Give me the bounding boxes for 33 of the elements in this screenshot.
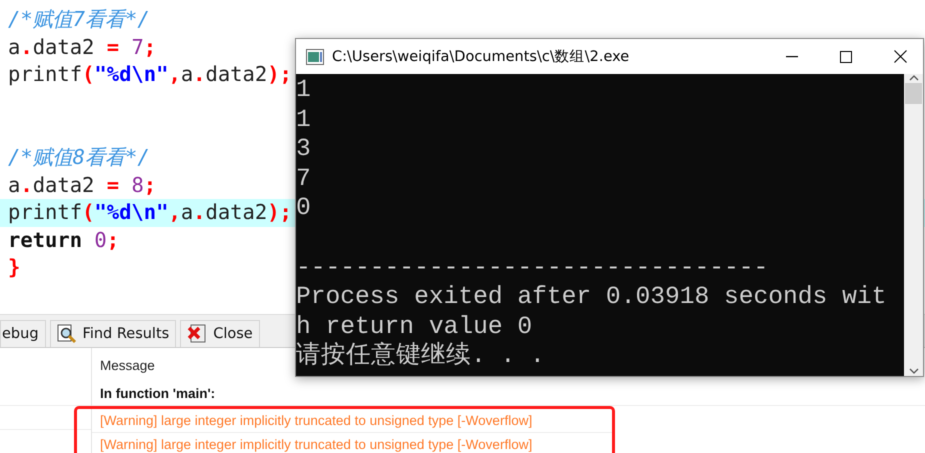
panel-tab[interactable]: Close — [180, 320, 260, 347]
code-line: printf("%d\n",a.data2); — [8, 62, 292, 86]
code-line: /*赋值7看看*/ — [8, 7, 150, 31]
scrollbar[interactable] — [904, 74, 923, 376]
console-output-line: 3 — [296, 135, 312, 165]
separator-line: -------------------------------- — [296, 254, 770, 284]
console-output-line: 1 — [296, 106, 312, 136]
console-output-line: Process exited after 0.03918 seconds wit — [296, 283, 888, 313]
message-text[interactable]: In function 'main': — [92, 382, 925, 406]
column-header: Message — [100, 358, 155, 372]
code-line: } — [8, 255, 20, 280]
find-icon — [56, 324, 77, 344]
console-output-line: 1 — [296, 76, 312, 106]
console-app-icon — [306, 48, 324, 64]
console-output-line: 请按任意键继续. . . — [296, 342, 546, 372]
code-line: /*赋值8看看*/ — [8, 144, 150, 169]
console-output-line: 7 — [296, 164, 312, 194]
console-output-line: 0 — [296, 194, 312, 224]
scroll-down-icon[interactable] — [908, 366, 918, 376]
code-line: printf("%d\n",a.data2); — [8, 200, 292, 224]
window-title: C:\Users\weiqifa\Documents\c\数组\2.exe — [332, 48, 630, 66]
close-icon — [187, 324, 208, 344]
maximize-icon — [840, 50, 852, 62]
scroll-thumb[interactable] — [905, 83, 922, 104]
code-line: a.data2 = 8; — [8, 172, 156, 197]
panel-tab[interactable]: ebug — [0, 320, 46, 347]
code-line: return 0; — [8, 228, 120, 252]
panel-tab[interactable]: Find Results — [50, 320, 176, 347]
console-output-line: h return value 0 — [296, 312, 534, 342]
code-line: a.data2 = 7; — [8, 34, 156, 59]
close-icon — [894, 50, 906, 63]
minimize-icon — [786, 56, 798, 58]
scroll-up-icon[interactable] — [908, 74, 918, 82]
